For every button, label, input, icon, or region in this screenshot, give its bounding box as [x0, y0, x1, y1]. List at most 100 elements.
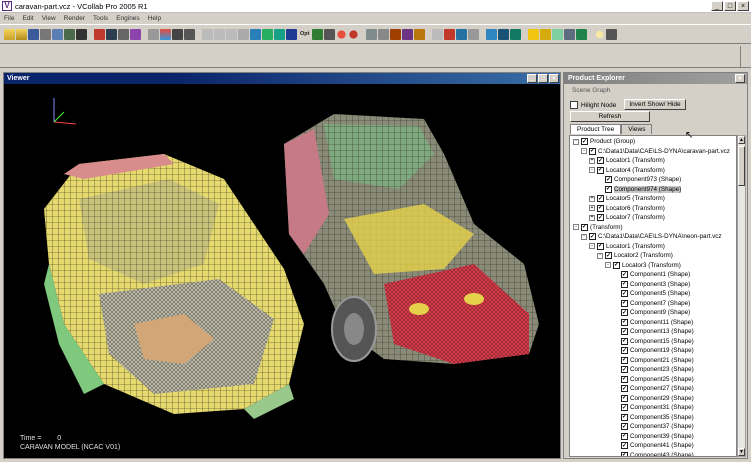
grid-icon[interactable] [94, 28, 105, 40]
collapse-icon[interactable]: - [573, 224, 579, 231]
node-visibility-checkbox[interactable]: ✓ [621, 413, 628, 421]
toolbar-icon-11[interactable] [130, 28, 141, 40]
node-visibility-checkbox[interactable]: ✓ [597, 204, 604, 212]
tree-node[interactable]: ✓ Component41 (Shape) [613, 441, 694, 451]
node-visibility-checkbox[interactable]: ✓ [597, 242, 604, 250]
maximize-button[interactable]: □ [724, 1, 736, 11]
toolbar-icon-31[interactable] [390, 28, 402, 40]
toolbar-icon-32[interactable] [402, 28, 414, 40]
toolbar-icon-44[interactable] [564, 28, 576, 40]
menu-help[interactable]: Help [148, 15, 161, 22]
tree-node[interactable]: ✓ Component974 (Shape) [597, 185, 682, 195]
tree-node[interactable]: ✓ Component7 (Shape) [613, 299, 690, 309]
explorer-close-button[interactable]: × [735, 74, 745, 83]
toolbar-icon-47[interactable] [606, 28, 618, 40]
node-visibility-checkbox[interactable]: ✓ [621, 337, 628, 345]
node-visibility-checkbox[interactable]: ✓ [621, 347, 628, 355]
tree-node[interactable]: ✓ Component35 (Shape) [613, 413, 694, 423]
tree-node[interactable]: ✓ Component5 (Shape) [613, 289, 690, 299]
node-visibility-checkbox[interactable]: ✓ [605, 185, 612, 193]
node-visibility-checkbox[interactable]: ✓ [621, 423, 628, 431]
toolbar-icon-23[interactable] [286, 28, 297, 40]
menu-engines[interactable]: Engines [116, 15, 140, 22]
node-visibility-checkbox[interactable]: ✓ [589, 233, 596, 241]
node-visibility-checkbox[interactable]: ✓ [597, 214, 604, 222]
node-visibility-checkbox[interactable]: ✓ [621, 356, 628, 364]
toolbar-icon-36[interactable] [456, 28, 468, 40]
tree-node[interactable]: - ✓ C:\Data1\Data\CAE\LS-DYNA\neon-part.vc… [581, 232, 722, 242]
tree-node[interactable]: - ✓ (Transform) [573, 223, 623, 233]
viewer-minimize-button[interactable]: _ [527, 74, 537, 83]
node-visibility-checkbox[interactable]: ✓ [621, 280, 628, 288]
toolbar-icon-45[interactable] [576, 28, 588, 40]
tree-node[interactable]: - ✓ C:\Data1\Data\CAE\LS-DYNA\caravan-part… [581, 147, 730, 157]
toolbar-icon-7[interactable] [76, 28, 87, 40]
toolbar-icon-42[interactable] [540, 28, 552, 40]
collapse-icon[interactable]: - [597, 252, 603, 259]
open-folder-icon[interactable] [4, 28, 15, 40]
tree-node[interactable]: ✓ Component9 (Shape) [613, 308, 690, 318]
rotate-icon[interactable] [214, 28, 225, 40]
node-visibility-checkbox[interactable]: ✓ [589, 147, 596, 155]
expand-icon[interactable]: + [589, 157, 595, 164]
collapse-icon[interactable]: - [573, 138, 579, 145]
tree-node[interactable]: ✓ Component29 (Shape) [613, 394, 694, 404]
menu-view[interactable]: View [42, 15, 56, 22]
node-visibility-checkbox[interactable]: ✓ [621, 318, 628, 326]
node-visibility-checkbox[interactable]: ✓ [605, 252, 612, 260]
menu-render[interactable]: Render [64, 15, 85, 22]
node-visibility-checkbox[interactable]: ✓ [621, 290, 628, 298]
toolbar-icon-10[interactable] [118, 28, 129, 40]
checkbox-box[interactable] [570, 101, 578, 109]
scroll-thumb[interactable] [738, 146, 745, 186]
tree-node[interactable]: ✓ Component31 (Shape) [613, 403, 694, 413]
node-visibility-checkbox[interactable]: ✓ [597, 157, 604, 165]
node-visibility-checkbox[interactable]: ✓ [581, 138, 588, 146]
tree-node[interactable]: ✓ Component3 (Shape) [613, 280, 690, 290]
toolbar-icon-37[interactable] [468, 28, 480, 40]
help-icon[interactable] [594, 28, 606, 40]
print-icon[interactable] [40, 28, 51, 40]
fit-icon[interactable] [238, 28, 249, 40]
3d-viewport[interactable]: Time = 0 CARAVAN MODEL (NCAC V01) [4, 84, 560, 458]
toolbar-icon-5[interactable] [52, 28, 63, 40]
node-visibility-checkbox[interactable]: ✓ [621, 451, 628, 456]
tree-node[interactable]: ✓ Component19 (Shape) [613, 346, 694, 356]
color-icon[interactable] [160, 28, 171, 40]
minimize-button[interactable]: _ [711, 1, 723, 11]
tree-node[interactable]: - ✓ Locator4 (Transform) [589, 166, 665, 176]
toolbar-icon-33[interactable] [414, 28, 426, 40]
node-visibility-checkbox[interactable]: ✓ [621, 366, 628, 374]
viewer-maximize-button[interactable]: □ [538, 74, 548, 83]
node-visibility-checkbox[interactable]: ✓ [621, 385, 628, 393]
tree-node[interactable]: - ✓ Locator1 (Transform) [589, 242, 665, 252]
record-icon[interactable] [336, 28, 348, 40]
toolbar-icon-9[interactable] [106, 28, 117, 40]
toolbar-icon-39[interactable] [498, 28, 510, 40]
tree-node[interactable]: - ✓ Product (Group) [573, 137, 635, 147]
menu-edit[interactable]: Edit [22, 15, 33, 22]
toolbar-icon-22[interactable] [274, 28, 285, 40]
node-visibility-checkbox[interactable]: ✓ [621, 299, 628, 307]
tree-node[interactable]: ✓ Component37 (Shape) [613, 422, 694, 432]
tree-node[interactable]: ✓ Component43 (Shape) [613, 451, 694, 456]
tree-node[interactable]: + ✓ Locator1 (Transform) [589, 156, 665, 166]
node-visibility-checkbox[interactable]: ✓ [621, 309, 628, 317]
node-visibility-checkbox[interactable]: ✓ [621, 271, 628, 279]
tree-node[interactable]: + ✓ Locator7 (Transform) [589, 213, 665, 223]
play-icon[interactable] [148, 28, 159, 40]
toolbar-icon-43[interactable] [552, 28, 564, 40]
collapse-icon[interactable]: - [581, 233, 587, 240]
viewer-close-button[interactable]: × [549, 74, 559, 83]
menu-file[interactable]: File [4, 15, 14, 22]
toolbar-icon-26[interactable] [324, 28, 336, 40]
node-visibility-checkbox[interactable]: ✓ [621, 394, 628, 402]
toolbar-icon-14[interactable] [172, 28, 183, 40]
invert-show-hide-button[interactable]: Invert Show/ Hide [624, 99, 686, 110]
tree-scrollbar[interactable]: ▲ ▼ [737, 135, 746, 457]
node-visibility-checkbox[interactable]: ✓ [621, 375, 628, 383]
expand-icon[interactable]: + [589, 195, 595, 202]
pen-icon[interactable] [528, 28, 540, 40]
node-visibility-checkbox[interactable]: ✓ [621, 404, 628, 412]
node-visibility-checkbox[interactable]: ✓ [621, 442, 628, 450]
